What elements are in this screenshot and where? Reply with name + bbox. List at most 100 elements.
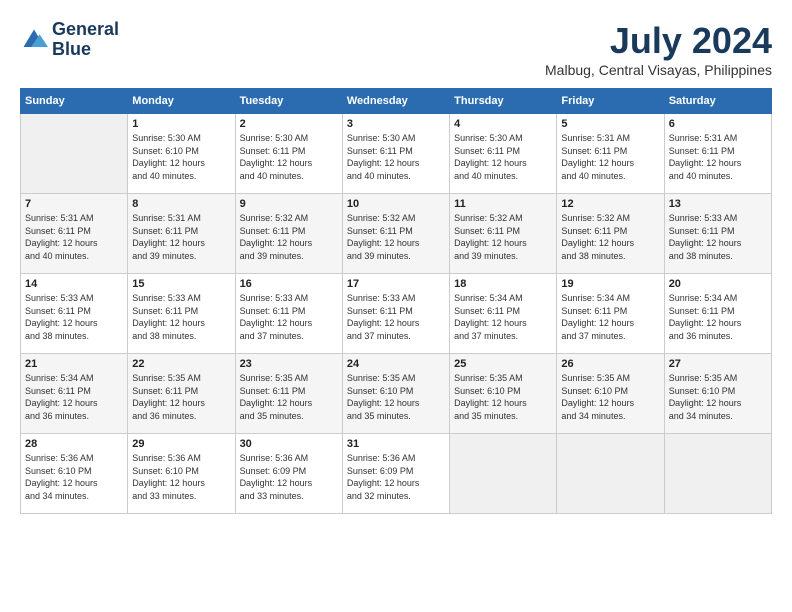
calendar-cell: 19Sunrise: 5:34 AM Sunset: 6:11 PM Dayli… xyxy=(557,274,664,354)
day-info: Sunrise: 5:32 AM Sunset: 6:11 PM Dayligh… xyxy=(347,212,445,262)
day-number: 7 xyxy=(25,198,123,210)
calendar-cell: 17Sunrise: 5:33 AM Sunset: 6:11 PM Dayli… xyxy=(342,274,449,354)
calendar-cell: 14 Sunrise: 5:33 AM Sunset: 6:11 PM Dayli… xyxy=(21,274,128,354)
day-info: Sunrise: 5:30 AM Sunset: 6:11 PM Dayligh… xyxy=(240,132,338,182)
day-info: Sunrise: 5:32 AM Sunset: 6:11 PM Dayligh… xyxy=(240,212,338,262)
calendar-cell: 26 Sunrise: 5:35 AM Sunset: 6:10 PM Dayli… xyxy=(557,354,664,434)
calendar-cell: 2 Sunrise: 5:30 AM Sunset: 6:11 PM Daylig… xyxy=(235,114,342,194)
day-number: 29 xyxy=(132,438,230,450)
logo-icon xyxy=(20,26,48,54)
day-number: 26 xyxy=(561,358,659,370)
logo-text: General Blue xyxy=(52,20,119,60)
day-info: Sunrise: 5:33 AM Sunset: 6:11 PM Dayligh… xyxy=(240,292,338,342)
calendar-cell: 28Sunrise: 5:36 AM Sunset: 6:10 PM Dayli… xyxy=(21,434,128,514)
day-number: 11 xyxy=(454,198,552,210)
day-info: Sunrise: 5:34 AM Sunset: 6:11 PM Dayligh… xyxy=(25,372,123,422)
calendar-cell: 24 Sunrise: 5:35 AM Sunset: 6:10 PM Dayli… xyxy=(342,354,449,434)
day-info: Sunrise: 5:31 AM Sunset: 6:11 PM Dayligh… xyxy=(25,212,123,262)
day-info: Sunrise: 5:36 AM Sunset: 6:09 PM Dayligh… xyxy=(240,452,338,502)
col-header-tuesday: Tuesday xyxy=(235,89,342,114)
day-number: 10 xyxy=(347,198,445,210)
calendar-cell: 7 Sunrise: 5:31 AM Sunset: 6:11 PM Daylig… xyxy=(21,194,128,274)
day-info: Sunrise: 5:30 AM Sunset: 6:10 PM Dayligh… xyxy=(132,132,230,182)
logo: General Blue xyxy=(20,20,119,60)
day-info: Sunrise: 5:31 AM Sunset: 6:11 PM Dayligh… xyxy=(561,132,659,182)
day-info: Sunrise: 5:31 AM Sunset: 6:11 PM Dayligh… xyxy=(669,132,767,182)
calendar-cell xyxy=(21,114,128,194)
day-number: 25 xyxy=(454,358,552,370)
title-area: July 2024 Malbug, Central Visayas, Phili… xyxy=(545,20,772,78)
day-number: 4 xyxy=(454,118,552,130)
col-header-sunday: Sunday xyxy=(21,89,128,114)
calendar-week-4: 21 Sunrise: 5:34 AM Sunset: 6:11 PM Dayli… xyxy=(21,354,772,434)
day-number: 24 xyxy=(347,358,445,370)
calendar-cell xyxy=(664,434,771,514)
day-info: Sunrise: 5:36 AM Sunset: 6:09 PM Dayligh… xyxy=(347,452,445,502)
day-info: Sunrise: 5:33 AM Sunset: 6:11 PM Dayligh… xyxy=(25,292,123,342)
day-info: Sunrise: 5:35 AM Sunset: 6:10 PM Dayligh… xyxy=(561,372,659,422)
calendar-cell: 15 Sunrise: 5:33 AM Sunset: 6:11 PM Dayli… xyxy=(128,274,235,354)
calendar-cell: 12Sunrise: 5:32 AM Sunset: 6:11 PM Dayli… xyxy=(557,194,664,274)
day-number: 15 xyxy=(132,278,230,290)
calendar-cell: 3 Sunrise: 5:30 AM Sunset: 6:11 PM Daylig… xyxy=(342,114,449,194)
day-number: 31 xyxy=(347,438,445,450)
day-info: Sunrise: 5:35 AM Sunset: 6:10 PM Dayligh… xyxy=(454,372,552,422)
calendar-table: SundayMondayTuesdayWednesdayThursdayFrid… xyxy=(20,88,772,514)
calendar-cell: 9 Sunrise: 5:32 AM Sunset: 6:11 PM Daylig… xyxy=(235,194,342,274)
calendar-cell: 21 Sunrise: 5:34 AM Sunset: 6:11 PM Dayli… xyxy=(21,354,128,434)
col-header-monday: Monday xyxy=(128,89,235,114)
calendar-week-2: 7 Sunrise: 5:31 AM Sunset: 6:11 PM Daylig… xyxy=(21,194,772,274)
day-number: 21 xyxy=(25,358,123,370)
calendar-cell: 23 Sunrise: 5:35 AM Sunset: 6:11 PM Dayli… xyxy=(235,354,342,434)
day-number: 22 xyxy=(132,358,230,370)
calendar-cell: 30Sunrise: 5:36 AM Sunset: 6:09 PM Dayli… xyxy=(235,434,342,514)
day-number: 1 xyxy=(132,118,230,130)
day-info: Sunrise: 5:30 AM Sunset: 6:11 PM Dayligh… xyxy=(454,132,552,182)
day-info: Sunrise: 5:35 AM Sunset: 6:11 PM Dayligh… xyxy=(240,372,338,422)
day-info: Sunrise: 5:33 AM Sunset: 6:11 PM Dayligh… xyxy=(132,292,230,342)
calendar-cell: 29Sunrise: 5:36 AM Sunset: 6:10 PM Dayli… xyxy=(128,434,235,514)
calendar-cell: 16Sunrise: 5:33 AM Sunset: 6:11 PM Dayli… xyxy=(235,274,342,354)
page-header: General Blue July 2024 Malbug, Central V… xyxy=(20,20,772,78)
day-info: Sunrise: 5:35 AM Sunset: 6:10 PM Dayligh… xyxy=(669,372,767,422)
day-number: 12 xyxy=(561,198,659,210)
calendar-cell: 1 Sunrise: 5:30 AM Sunset: 6:10 PM Daylig… xyxy=(128,114,235,194)
calendar-cell: 18 Sunrise: 5:34 AM Sunset: 6:11 PM Dayli… xyxy=(450,274,557,354)
day-info: Sunrise: 5:35 AM Sunset: 6:10 PM Dayligh… xyxy=(347,372,445,422)
day-number: 3 xyxy=(347,118,445,130)
day-info: Sunrise: 5:34 AM Sunset: 6:11 PM Dayligh… xyxy=(669,292,767,342)
calendar-cell: 8Sunrise: 5:31 AM Sunset: 6:11 PM Daylig… xyxy=(128,194,235,274)
calendar-cell xyxy=(450,434,557,514)
month-title: July 2024 xyxy=(545,20,772,62)
day-info: Sunrise: 5:30 AM Sunset: 6:11 PM Dayligh… xyxy=(347,132,445,182)
calendar-cell: 11 Sunrise: 5:32 AM Sunset: 6:11 PM Dayli… xyxy=(450,194,557,274)
day-info: Sunrise: 5:34 AM Sunset: 6:11 PM Dayligh… xyxy=(454,292,552,342)
col-header-friday: Friday xyxy=(557,89,664,114)
col-header-saturday: Saturday xyxy=(664,89,771,114)
col-header-wednesday: Wednesday xyxy=(342,89,449,114)
day-number: 23 xyxy=(240,358,338,370)
day-number: 18 xyxy=(454,278,552,290)
day-info: Sunrise: 5:36 AM Sunset: 6:10 PM Dayligh… xyxy=(25,452,123,502)
col-header-thursday: Thursday xyxy=(450,89,557,114)
calendar-cell: 27 Sunrise: 5:35 AM Sunset: 6:10 PM Dayli… xyxy=(664,354,771,434)
day-number: 14 xyxy=(25,278,123,290)
calendar-week-3: 14 Sunrise: 5:33 AM Sunset: 6:11 PM Dayli… xyxy=(21,274,772,354)
calendar-cell: 4 Sunrise: 5:30 AM Sunset: 6:11 PM Daylig… xyxy=(450,114,557,194)
day-number: 6 xyxy=(669,118,767,130)
day-info: Sunrise: 5:35 AM Sunset: 6:11 PM Dayligh… xyxy=(132,372,230,422)
day-number: 9 xyxy=(240,198,338,210)
location-title: Malbug, Central Visayas, Philippines xyxy=(545,62,772,78)
day-number: 20 xyxy=(669,278,767,290)
calendar-cell: 31 Sunrise: 5:36 AM Sunset: 6:09 PM Dayli… xyxy=(342,434,449,514)
day-info: Sunrise: 5:32 AM Sunset: 6:11 PM Dayligh… xyxy=(454,212,552,262)
calendar-week-1: 1 Sunrise: 5:30 AM Sunset: 6:10 PM Daylig… xyxy=(21,114,772,194)
calendar-cell xyxy=(557,434,664,514)
day-number: 27 xyxy=(669,358,767,370)
calendar-cell: 20 Sunrise: 5:34 AM Sunset: 6:11 PM Dayli… xyxy=(664,274,771,354)
calendar-cell: 22 Sunrise: 5:35 AM Sunset: 6:11 PM Dayli… xyxy=(128,354,235,434)
calendar-cell: 13Sunrise: 5:33 AM Sunset: 6:11 PM Dayli… xyxy=(664,194,771,274)
calendar-cell: 25 Sunrise: 5:35 AM Sunset: 6:10 PM Dayli… xyxy=(450,354,557,434)
day-number: 2 xyxy=(240,118,338,130)
calendar-header-row: SundayMondayTuesdayWednesdayThursdayFrid… xyxy=(21,89,772,114)
